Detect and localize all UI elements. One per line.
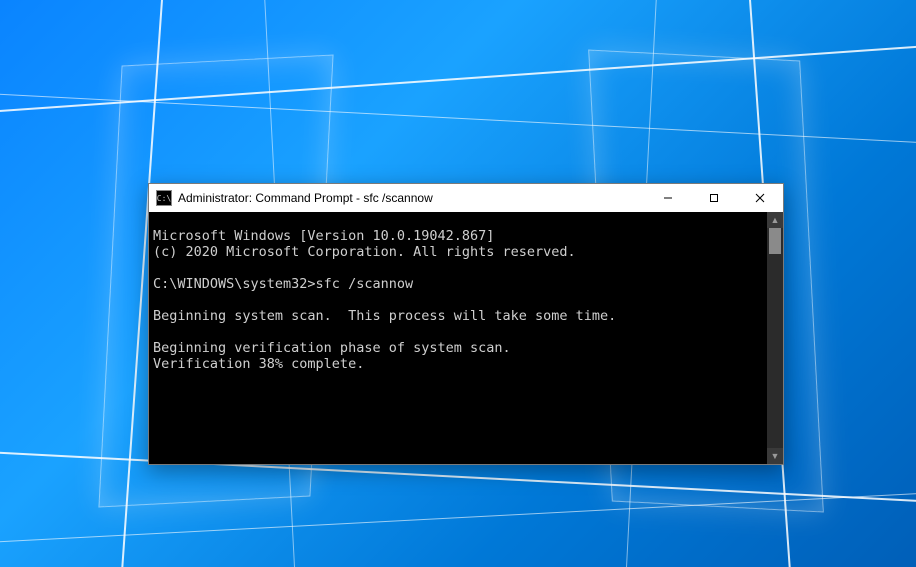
scroll-down-button[interactable]: ▼: [767, 448, 783, 464]
window-title: Administrator: Command Prompt - sfc /sca…: [178, 191, 433, 205]
minimize-button[interactable]: [645, 184, 691, 212]
scroll-up-button[interactable]: ▲: [767, 212, 783, 228]
maximize-button[interactable]: [691, 184, 737, 212]
close-button[interactable]: [737, 184, 783, 212]
command-prompt-window[interactable]: C:\ Administrator: Command Prompt - sfc …: [148, 183, 784, 465]
console-output[interactable]: Microsoft Windows [Version 10.0.19042.86…: [149, 226, 767, 451]
vertical-scrollbar[interactable]: ▲ ▼: [767, 212, 783, 464]
desktop-wallpaper: C:\ Administrator: Command Prompt - sfc …: [0, 0, 916, 567]
scroll-thumb[interactable]: [769, 228, 781, 254]
window-controls: [645, 184, 783, 212]
titlebar[interactable]: C:\ Administrator: Command Prompt - sfc …: [149, 184, 783, 212]
cmd-icon: C:\: [156, 190, 172, 206]
console-area: Microsoft Windows [Version 10.0.19042.86…: [149, 212, 783, 464]
